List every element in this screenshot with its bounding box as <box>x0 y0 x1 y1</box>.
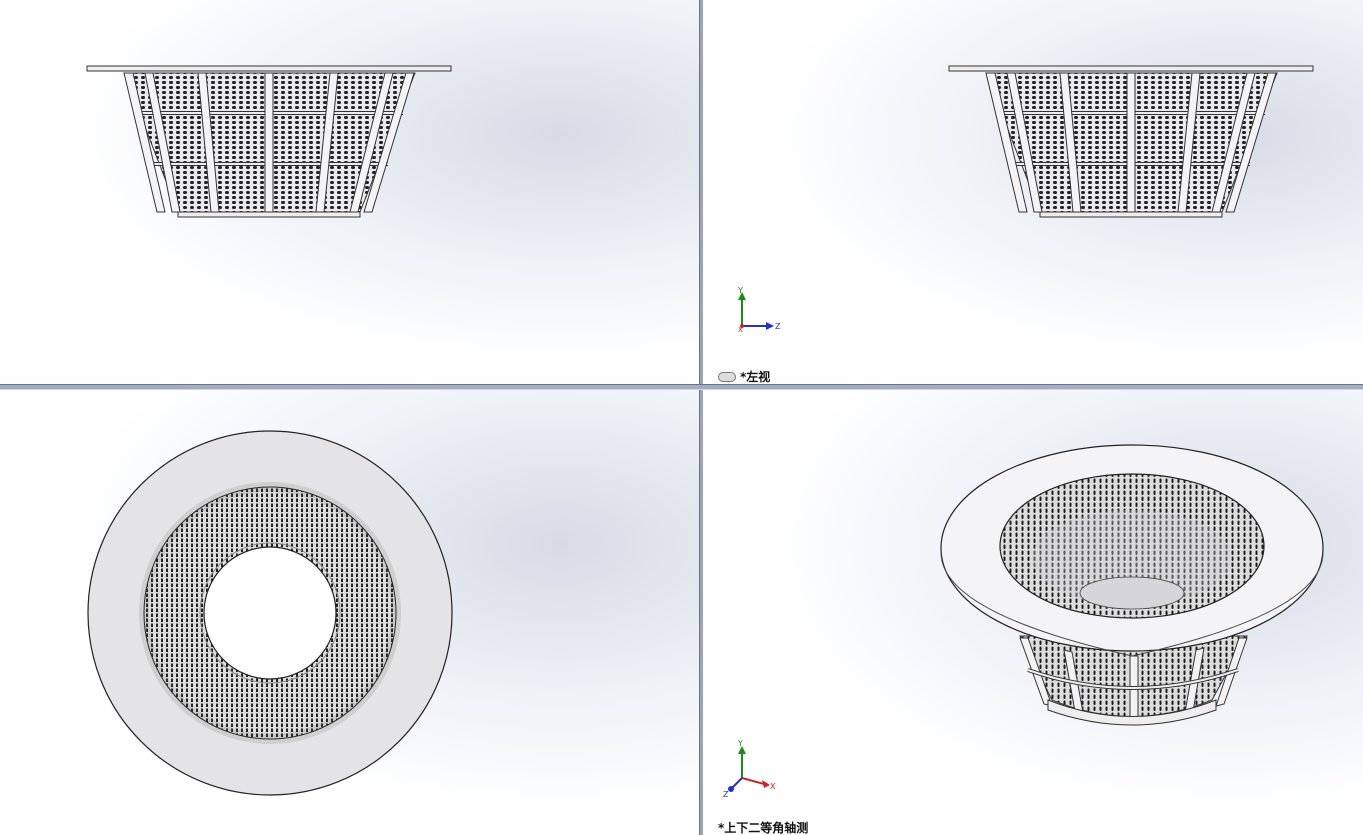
viewport-splitter-vertical[interactable] <box>699 0 703 835</box>
top-view-model <box>87 430 453 796</box>
view-name-text-iso: *上下二等角轴测 <box>718 821 809 835</box>
viewport-grid: Y Z X *左视 Y X Z *上下二等角轴测 <box>0 0 1363 835</box>
front-view-model <box>86 65 452 218</box>
link-icon[interactable] <box>718 371 736 382</box>
triad-x-label: X <box>738 326 743 334</box>
axis-triad-isometric: Y X Z <box>723 740 776 798</box>
viewport-front[interactable] <box>0 0 699 384</box>
view-name-text: *左视 <box>740 370 771 384</box>
triad-z-label-iso: Z <box>723 790 729 798</box>
axis-triad-left-view: Y Z X <box>737 286 781 334</box>
triad-x-label-iso: X <box>770 782 776 791</box>
triad-y-label: Y <box>737 286 743 295</box>
isometric-view-model <box>940 444 1324 726</box>
view-name-label-isometric: *上下二等角轴测 <box>718 819 808 835</box>
left-view-model <box>948 65 1314 218</box>
viewport-splitter-horizontal[interactable] <box>0 384 1363 390</box>
view-name-label-left: *左视 <box>718 368 770 384</box>
triad-z-label: Z <box>775 322 781 331</box>
triad-y-label-iso: Y <box>737 740 743 748</box>
viewport-isometric[interactable]: Y X Z *上下二等角轴测 <box>702 388 1363 835</box>
viewport-top[interactable] <box>0 388 699 835</box>
viewport-left[interactable]: Y Z X *左视 <box>702 0 1363 384</box>
